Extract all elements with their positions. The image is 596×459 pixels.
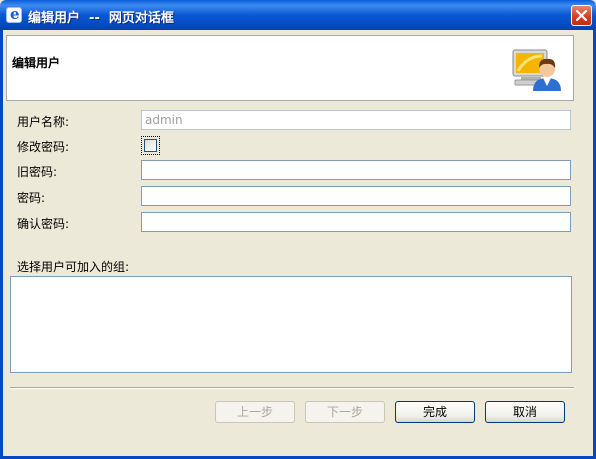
password-label: 密码: bbox=[17, 191, 46, 205]
old-password-input[interactable] bbox=[141, 160, 571, 180]
password-input[interactable] bbox=[141, 186, 571, 206]
groups-list[interactable] bbox=[10, 276, 572, 373]
change-password-label: 修改密码: bbox=[17, 140, 70, 154]
prev-button[interactable]: 上一步 bbox=[215, 401, 295, 423]
finish-button[interactable]: 完成 bbox=[395, 401, 475, 423]
checkbox-box bbox=[144, 139, 157, 152]
header-panel: 编辑用户 bbox=[6, 35, 574, 101]
confirm-password-input[interactable] bbox=[141, 212, 571, 232]
user-at-computer-icon bbox=[512, 49, 561, 91]
change-password-checkbox[interactable] bbox=[141, 136, 160, 155]
close-button[interactable] bbox=[571, 5, 592, 26]
old-password-label: 旧密码: bbox=[17, 165, 58, 179]
page-title: 编辑用户 bbox=[12, 56, 61, 70]
username-input[interactable] bbox=[141, 110, 571, 130]
ie-icon bbox=[6, 5, 22, 23]
divider bbox=[10, 387, 574, 389]
username-label: 用户名称: bbox=[17, 115, 70, 129]
next-button[interactable]: 下一步 bbox=[305, 401, 385, 423]
confirm-password-label: 确认密码: bbox=[17, 217, 70, 231]
title-bar[interactable]: 编辑用户 -- 网页对话框 bbox=[0, 0, 596, 30]
close-icon bbox=[576, 10, 587, 21]
window-title: 编辑用户 -- 网页对话框 bbox=[28, 11, 174, 26]
cancel-button[interactable]: 取消 bbox=[485, 401, 565, 423]
groups-label: 选择用户可加入的组: bbox=[17, 260, 130, 274]
